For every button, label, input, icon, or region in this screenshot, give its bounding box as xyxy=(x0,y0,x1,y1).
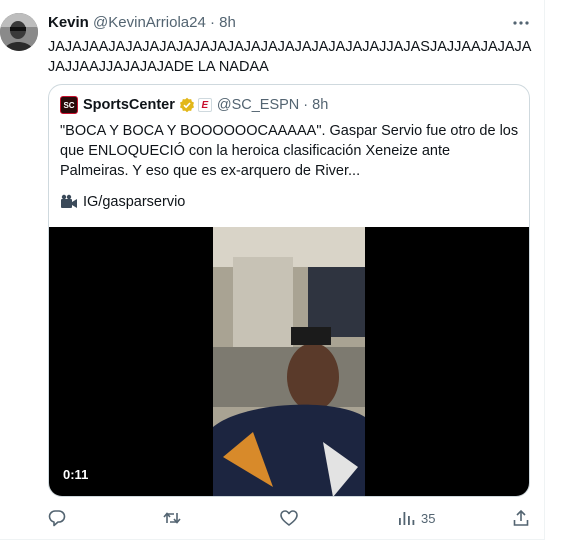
author-name[interactable]: Kevin xyxy=(48,14,89,31)
tweet-text: JAJAJAAJAJAJAJAJAJAJAJAJAJAJAJAJAJAJAJAJ… xyxy=(48,39,532,75)
tweet-time[interactable]: 8h xyxy=(219,14,236,31)
affiliate-glyph: E xyxy=(201,99,209,111)
video-player[interactable]: 0:11 xyxy=(49,227,529,496)
timeline-divider-right xyxy=(544,0,545,540)
video-duration: 0:11 xyxy=(63,467,89,482)
quoted-tweet[interactable]: SC SportsCenter E @SC_ESPN · 8h "BOCA Y … xyxy=(48,84,530,497)
quoted-tweet-text: "BOCA Y BOCA Y BOOOOOOCAAAAA". Gaspar Se… xyxy=(60,123,519,179)
separator-dot: · xyxy=(209,14,215,31)
tweet-actions: 35 xyxy=(0,506,545,530)
quoted-author-avatar: SC xyxy=(60,96,78,114)
share-icon[interactable] xyxy=(511,508,531,528)
avatar[interactable] xyxy=(0,13,38,51)
like-icon[interactable] xyxy=(279,508,299,528)
quoted-author-name: SportsCenter xyxy=(83,97,175,113)
retweet-icon[interactable] xyxy=(162,508,182,528)
verified-badge-icon xyxy=(179,97,194,113)
quoted-tweet-credit: IG/gasparservio xyxy=(60,194,185,210)
quoted-tweet-time: 8h xyxy=(312,97,329,113)
credit-text: IG/gasparservio xyxy=(83,194,186,210)
tweet-header: Kevin @KevinArriola24 · 8h xyxy=(48,14,236,32)
quoted-separator-dot: · xyxy=(303,97,309,113)
more-icon[interactable] xyxy=(511,13,531,33)
quoted-tweet-header: SC SportsCenter E @SC_ESPN · 8h xyxy=(60,96,328,114)
video-thumbnail xyxy=(213,227,365,496)
views-icon[interactable] xyxy=(396,508,416,528)
reply-icon[interactable] xyxy=(47,508,67,528)
author-handle[interactable]: @KevinArriola24 xyxy=(93,14,206,31)
views-count[interactable]: 35 xyxy=(421,511,435,526)
quoted-author-handle: @SC_ESPN xyxy=(216,97,300,113)
video-camera-icon xyxy=(61,194,77,208)
affiliate-badge-icon: E xyxy=(197,98,212,112)
